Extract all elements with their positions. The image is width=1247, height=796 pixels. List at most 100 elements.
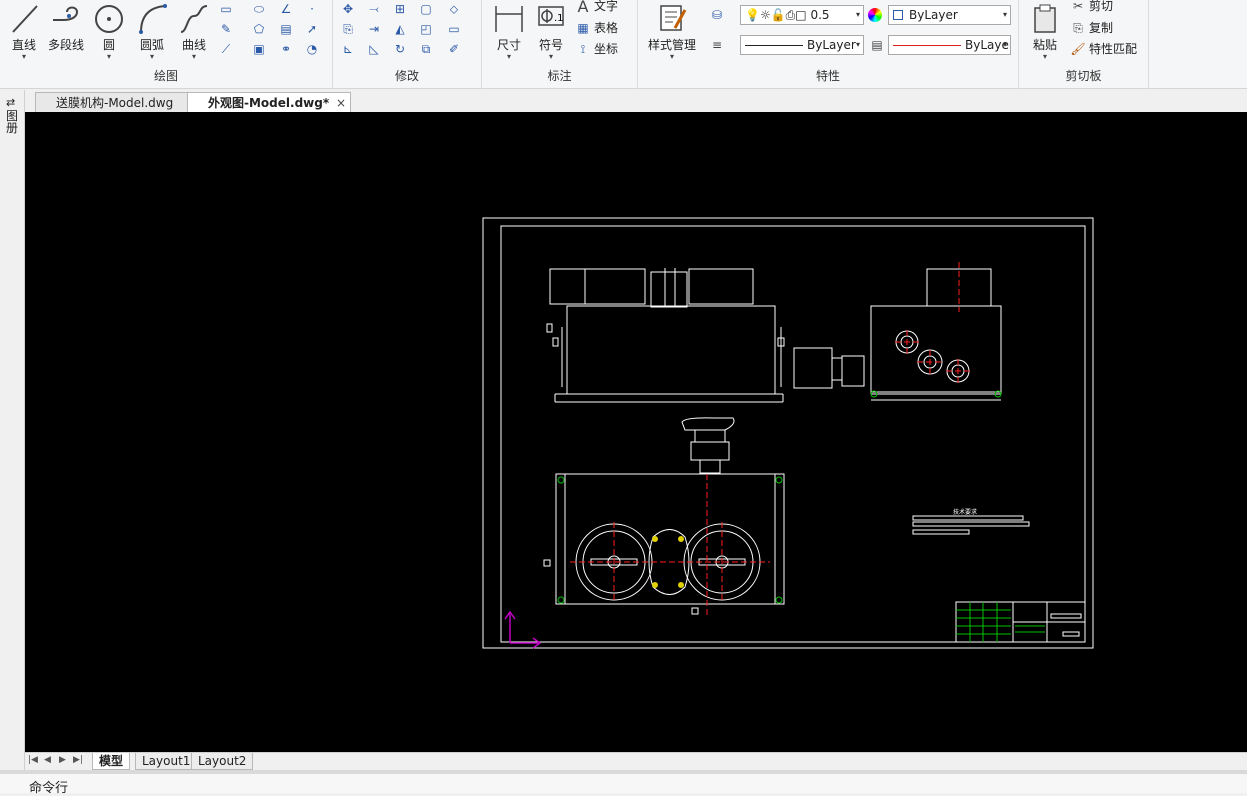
style-manager-icon [660, 5, 687, 31]
coordinate-button[interactable]: 坐标 [594, 40, 618, 58]
color-square-icon [893, 10, 903, 20]
lightbulb-icon: 💡 [745, 8, 760, 22]
rectangle-icon[interactable]: ▭ [217, 0, 235, 18]
command-line-label: 命令行 [29, 781, 69, 796]
close-icon[interactable]: × [336, 93, 346, 113]
layout-tab-layout2[interactable]: Layout2 [191, 753, 254, 770]
coordinate-icon[interactable]: ⟟ [574, 40, 592, 58]
lineweight-menu-icon[interactable]: ≡ [708, 36, 726, 54]
layout-tab-model[interactable]: 模型 [92, 753, 131, 770]
drawing-canvas[interactable]: 技术要求 [25, 112, 1247, 752]
chevron-down-icon: ▾ [21, 52, 26, 61]
polyline-button[interactable]: 多段线 [44, 0, 88, 64]
match-properties-button[interactable]: 特性匹配 [1089, 40, 1137, 58]
symbol-icon: .1 [538, 6, 564, 26]
red-line-sample-icon [893, 45, 961, 46]
chevron-down-icon: ▾ [191, 52, 196, 61]
last-layout-icon[interactable]: ▶| [73, 755, 83, 765]
title-block [955, 601, 1086, 643]
table-icon[interactable]: ▦ [574, 19, 592, 37]
panel-toggle-icon[interactable]: ⇄ [6, 96, 15, 109]
copy-button[interactable]: 复制 [1089, 19, 1113, 37]
layer-state-icon[interactable]: ⛁ [708, 6, 726, 24]
polyline-icon [53, 6, 79, 21]
text-icon[interactable]: A [574, 0, 592, 16]
copy-icon[interactable]: ⎘ [1069, 19, 1087, 37]
color-dropdown[interactable]: ByLayer ▾ [888, 5, 1011, 25]
linetype-scale-icon[interactable]: ▤ [868, 36, 886, 54]
coupling-view [793, 347, 865, 389]
modify-group: ✥ ⤙ ⊞ ▢ ⬦ ⎘ ⇥ ◭ ◰ ▭ ⊾ ◺ ↻ ⧉ ✐ 修改 [333, 0, 482, 89]
scale-icon[interactable]: ◰ [417, 20, 435, 38]
stretch-icon[interactable]: ⊾ [339, 40, 357, 58]
offset-icon[interactable]: ▢ [417, 0, 435, 18]
arrow-icon[interactable]: ➚ [303, 20, 321, 38]
line-button[interactable]: 直线 ▾ [2, 0, 46, 64]
text-button[interactable]: 文字 [594, 0, 618, 15]
join-icon[interactable]: ⧉ [417, 40, 435, 58]
line-icon [12, 5, 38, 33]
hatch-icon[interactable]: ▤ [277, 20, 295, 38]
match-properties-icon[interactable]: 🖌 [1069, 40, 1087, 58]
sheet-outer-border [482, 217, 1094, 649]
tab-songmo-model[interactable]: 送膜机构-Model.dwg [35, 92, 190, 112]
scissors-icon[interactable]: ✂ [1069, 0, 1087, 15]
symbol-button[interactable]: .1 符号 ▾ [529, 0, 573, 64]
draw-group: 直线 ▾ 多段线 圆 ▾ 圆弧 ▾ 曲线 ▾ ▭ ⬭ ∠ · ✎ ⬠ ▤ ➚ ⟋… [0, 0, 333, 89]
cad-drawing: 技术要求 [482, 217, 1094, 649]
mirror-icon[interactable]: ◭ [391, 20, 409, 38]
pencil-icon[interactable]: ✎ [217, 20, 235, 38]
extend-icon[interactable]: ⇥ [365, 20, 383, 38]
svg-text:.1: .1 [554, 13, 564, 24]
array-icon[interactable]: ⊞ [391, 0, 409, 18]
document-tabs: 送膜机构-Model.dwg 外观图-Model.dwg* × [25, 90, 1247, 112]
top-view [543, 417, 785, 615]
color-wheel-icon[interactable] [868, 8, 882, 22]
paste-button[interactable]: 粘贴 ▾ [1023, 0, 1067, 64]
layout-tab-layout1[interactable]: Layout1 [135, 753, 198, 770]
line-color-dropdown[interactable]: ByLayer ▾ [888, 35, 1011, 55]
construction-line-icon[interactable]: ⟋ [217, 40, 235, 58]
spline-button[interactable]: 曲线 ▾ [172, 0, 216, 64]
annotate-group: 尺寸 ▾ .1 符号 ▾ A 文字 ▦ 表格 ⟟ 坐标 标注 [482, 0, 638, 89]
center-lines [570, 262, 970, 617]
tech-requirements-title: 技术要求 [953, 508, 977, 516]
left-panel: ⇄ 图册 [0, 90, 25, 793]
tab-waiguantu-model[interactable]: 外观图-Model.dwg* × [187, 92, 351, 112]
command-line[interactable]: 命令行 [0, 770, 1247, 796]
circle-button[interactable]: 圆 ▾ [87, 0, 131, 64]
fillet-icon[interactable]: ◺ [365, 40, 383, 58]
prev-layout-icon[interactable]: ◀ [44, 755, 51, 765]
layer-dropdown[interactable]: 💡☼🔓⎙□ 0.5 ▾ [740, 5, 864, 25]
chevron-down-icon: ▾ [855, 40, 860, 49]
explode-icon[interactable]: ▭ [445, 20, 463, 38]
side-view [870, 268, 1002, 401]
trim-icon[interactable]: ⤙ [365, 0, 383, 18]
next-layout-icon[interactable]: ▶ [59, 755, 66, 765]
first-layout-icon[interactable]: |◀ [28, 755, 38, 765]
chevron-down-icon: ▾ [1002, 40, 1007, 49]
arc-button[interactable]: 圆弧 ▾ [130, 0, 174, 64]
drawing-book-tab[interactable]: 图册 [6, 110, 20, 134]
angle-icon[interactable]: ∠ [277, 0, 295, 18]
chevron-down-icon: ▾ [548, 52, 553, 61]
table-button[interactable]: 表格 [594, 19, 618, 37]
ellipse-icon[interactable]: ⬭ [250, 0, 268, 18]
copy-object-icon[interactable]: ⎘ [339, 20, 357, 38]
dimension-button[interactable]: 尺寸 ▾ [487, 0, 531, 64]
point-icon[interactable]: · [303, 0, 321, 18]
more-icon[interactable]: ⬦ [445, 0, 463, 18]
move-icon[interactable]: ✥ [339, 0, 357, 18]
group-icon[interactable]: ⚭ [277, 40, 295, 58]
gradient-icon[interactable]: ◔ [303, 40, 321, 58]
style-manager-button[interactable]: 样式管理 ▾ [644, 0, 700, 64]
region-icon[interactable]: ⬠ [250, 20, 268, 38]
rotate-icon[interactable]: ↻ [391, 40, 409, 58]
tech-requirements [912, 515, 1030, 535]
block-icon[interactable]: ▣ [250, 40, 268, 58]
cut-button[interactable]: 剪切 [1089, 0, 1113, 15]
edit-icon[interactable]: ✐ [445, 40, 463, 58]
linetype-dropdown[interactable]: ByLayer ▾ [740, 35, 864, 55]
color-swatch-icon: □ [795, 8, 807, 22]
chevron-down-icon: ▾ [1002, 10, 1007, 19]
